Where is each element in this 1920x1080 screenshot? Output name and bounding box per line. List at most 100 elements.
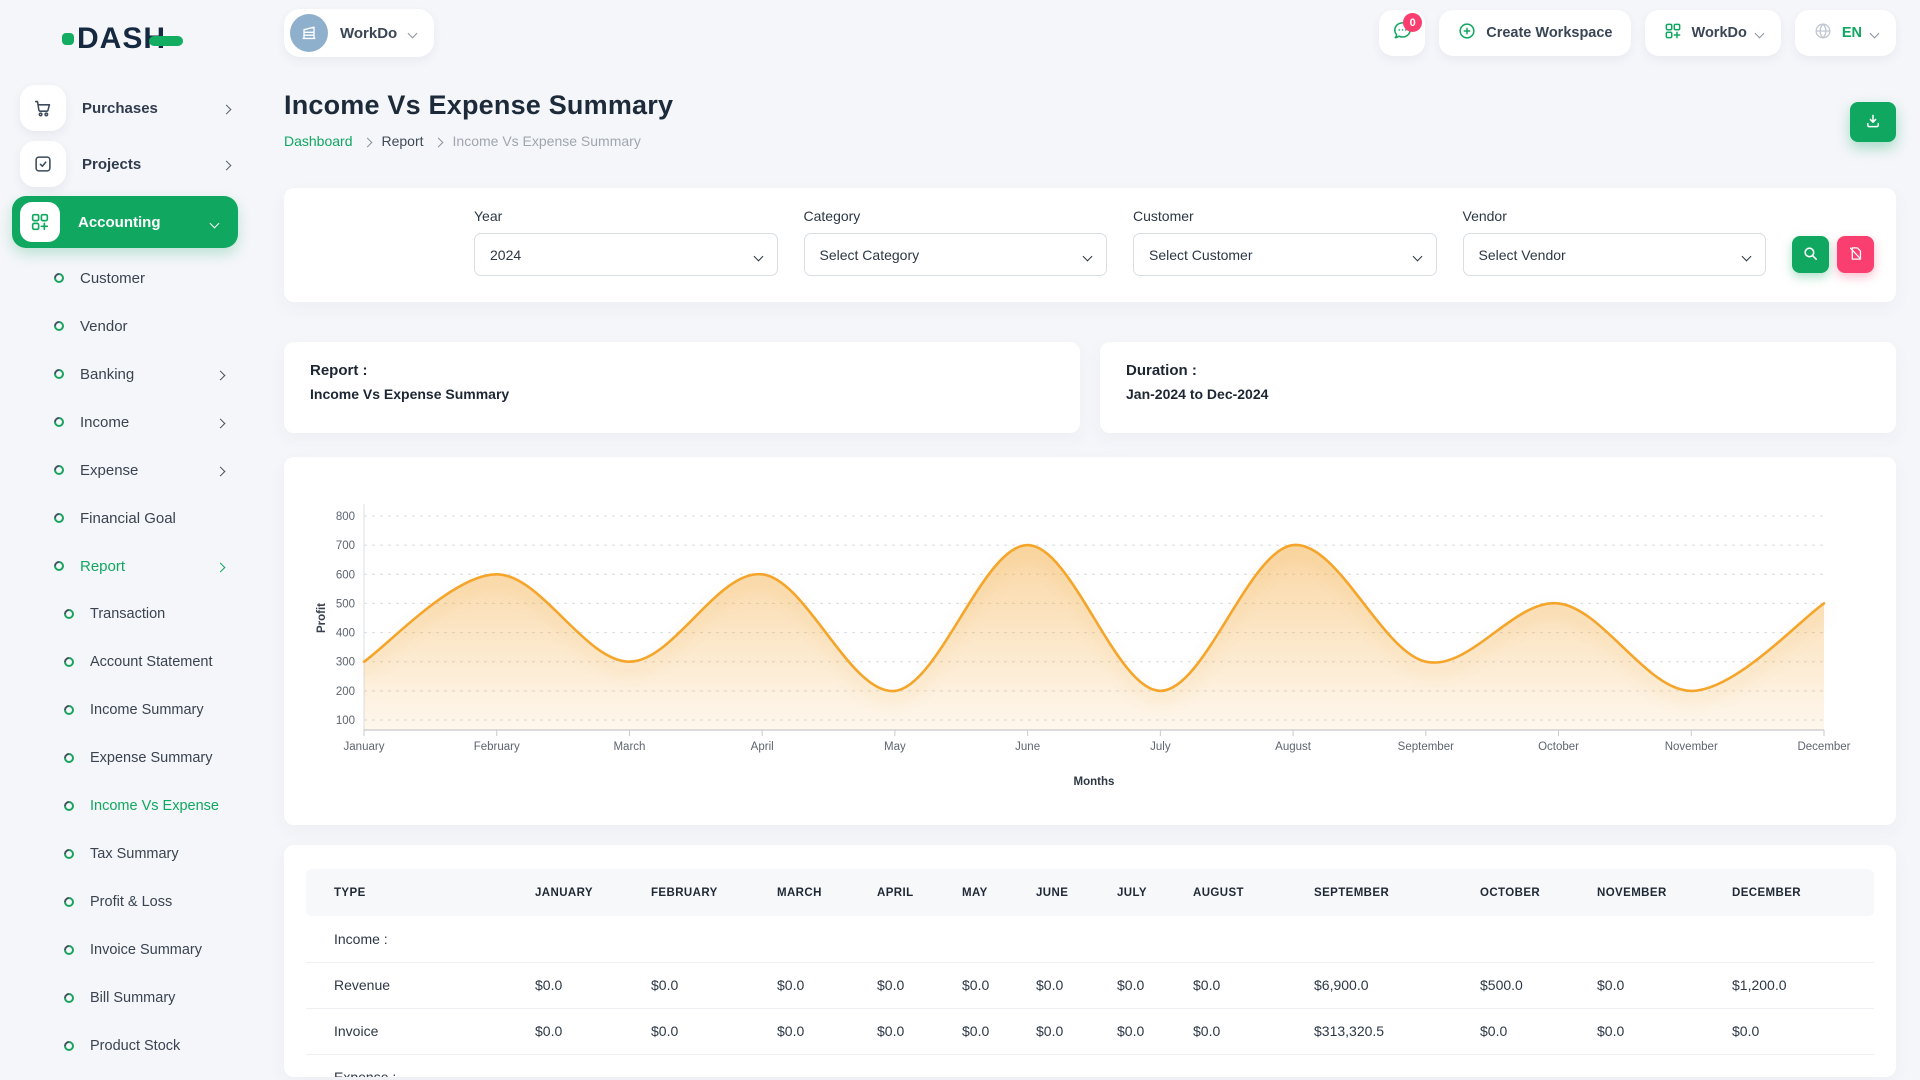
- vendor-select[interactable]: Select Vendor: [1463, 233, 1767, 276]
- sidebar-item-income[interactable]: Income: [0, 398, 250, 446]
- year-select[interactable]: 2024: [474, 233, 778, 276]
- search-button[interactable]: [1792, 236, 1829, 273]
- download-icon: [1864, 112, 1882, 133]
- create-workspace-label: Create Workspace: [1486, 25, 1612, 41]
- breadcrumb: Dashboard Report Income Vs Expense Summary: [284, 133, 673, 149]
- sidebar-item-account-statement[interactable]: Account Statement: [0, 638, 250, 686]
- sidebar-top-menu: PurchasesProjects: [0, 80, 250, 192]
- table-cell: $500.0: [1480, 962, 1597, 1008]
- workspace-menu-label: WorkDo: [1692, 25, 1747, 41]
- svg-text:March: March: [613, 741, 645, 753]
- table-cell: $6,900.0: [1314, 962, 1480, 1008]
- messages-button[interactable]: 0: [1379, 10, 1425, 56]
- workspace-menu-button[interactable]: WorkDo: [1645, 10, 1781, 56]
- grid-plus-icon: [20, 202, 60, 242]
- sidebar-item-expense[interactable]: Expense: [0, 446, 250, 494]
- table-cell: [651, 1054, 777, 1077]
- sidebar-item-banking[interactable]: Banking: [0, 350, 250, 398]
- app-logo[interactable]: DASH: [62, 22, 250, 56]
- sidebar-item-projects[interactable]: Projects: [0, 136, 250, 192]
- table-cell: [651, 916, 777, 962]
- table-cell: [1117, 1054, 1193, 1077]
- page-title: Income Vs Expense Summary: [284, 90, 673, 121]
- svg-text:500: 500: [336, 598, 355, 610]
- sidebar-item-purchases[interactable]: Purchases: [0, 80, 250, 136]
- table-cell: [1732, 916, 1874, 962]
- table-cell: $1,200.0: [1732, 962, 1874, 1008]
- table-section-row: Expense :: [306, 1054, 1874, 1077]
- sidebar-item-tax-summary[interactable]: Tax Summary: [0, 830, 250, 878]
- breadcrumb-item-income-vs-expense-summary: Income Vs Expense Summary: [453, 133, 641, 149]
- chevron-down-icon: [755, 247, 762, 263]
- report-card-title: Report :: [310, 362, 1054, 379]
- sidebar-item-financial-goal[interactable]: Financial Goal: [0, 494, 250, 542]
- sidebar-item-report[interactable]: Report: [0, 542, 250, 590]
- sidebar-item-cash-flow[interactable]: Cash Flow: [0, 1070, 250, 1080]
- messages-badge: 0: [1403, 13, 1422, 32]
- sidebar-item-expense-summary[interactable]: Expense Summary: [0, 734, 250, 782]
- bullet-icon: [52, 463, 66, 477]
- breadcrumb-item-dashboard[interactable]: Dashboard: [284, 133, 353, 149]
- selected-value: Select Customer: [1149, 247, 1252, 263]
- table-cell: $313,320.5: [1314, 1008, 1480, 1054]
- income-expense-table-card: TYPEJANUARYFEBRUARYMARCHAPRILMAYJUNEJULY…: [284, 845, 1896, 1077]
- chevron-down-icon: [409, 24, 416, 42]
- duration-card-title: Duration :: [1126, 362, 1870, 379]
- table-cell: $0.0: [1732, 1008, 1874, 1054]
- create-workspace-button[interactable]: Create Workspace: [1439, 10, 1630, 56]
- bullet-icon: [52, 511, 66, 525]
- reset-filter-button[interactable]: [1837, 236, 1874, 273]
- table-cell: [777, 916, 877, 962]
- chevron-right-icon: [217, 462, 224, 479]
- bullet-icon: [62, 943, 76, 957]
- download-button[interactable]: [1850, 102, 1896, 142]
- bullet-icon: [52, 271, 66, 285]
- breadcrumb-item-report[interactable]: Report: [382, 133, 424, 149]
- svg-text:300: 300: [336, 657, 355, 669]
- chevron-right-icon: [223, 156, 230, 173]
- sidebar-item-invoice-summary[interactable]: Invoice Summary: [0, 926, 250, 974]
- sidebar-item-income-vs-expense[interactable]: Income Vs Expense: [0, 782, 250, 830]
- table-cell: [1597, 1054, 1732, 1077]
- table-cell: $0.0: [1036, 1008, 1117, 1054]
- chevron-right-icon: [364, 133, 371, 149]
- sidebar-item-label: Invoice Summary: [90, 942, 202, 958]
- column-header-september: SEPTEMBER: [1314, 869, 1480, 916]
- sidebar-item-vendor[interactable]: Vendor: [0, 302, 250, 350]
- sidebar-item-income-summary[interactable]: Income Summary: [0, 686, 250, 734]
- filter-label: Year: [474, 208, 778, 224]
- table-cell: [535, 1054, 651, 1077]
- table-cell: $0.0: [777, 1008, 877, 1054]
- bullet-icon: [62, 703, 76, 717]
- sidebar-item-profit-loss[interactable]: Profit & Loss: [0, 878, 250, 926]
- sidebar-item-product-stock[interactable]: Product Stock: [0, 1022, 250, 1070]
- table-cell: [1597, 916, 1732, 962]
- customer-select[interactable]: Select Customer: [1133, 233, 1437, 276]
- sidebar-item-label: Vendor: [80, 318, 128, 335]
- search-icon: [1802, 245, 1819, 265]
- sidebar-item-label: Profit & Loss: [90, 894, 172, 910]
- column-header-july: JULY: [1117, 869, 1193, 916]
- sidebar-item-customer[interactable]: Customer: [0, 254, 250, 302]
- row-label: Invoice: [306, 1008, 535, 1054]
- bullet-icon: [62, 847, 76, 861]
- language-menu-button[interactable]: EN: [1795, 10, 1896, 56]
- table-cell: $0.0: [1597, 962, 1732, 1008]
- chevron-down-icon: [1756, 25, 1763, 41]
- chevron-right-icon: [435, 133, 442, 149]
- table-cell: $0.0: [1597, 1008, 1732, 1054]
- table-row: Revenue$0.0$0.0$0.0$0.0$0.0$0.0$0.0$0.0$…: [306, 962, 1874, 1008]
- sidebar-item-transaction[interactable]: Transaction: [0, 590, 250, 638]
- workspace-switcher[interactable]: WorkDo: [284, 9, 434, 57]
- sidebar-item-label: Tax Summary: [90, 846, 179, 862]
- table-cell: $0.0: [651, 1008, 777, 1054]
- sidebar-item-accounting[interactable]: Accounting: [12, 196, 238, 248]
- table-cell: $0.0: [1193, 962, 1314, 1008]
- income-expense-table: TYPEJANUARYFEBRUARYMARCHAPRILMAYJUNEJULY…: [306, 869, 1874, 1077]
- table-cell: $0.0: [1193, 1008, 1314, 1054]
- table-row: Invoice$0.0$0.0$0.0$0.0$0.0$0.0$0.0$0.0$…: [306, 1008, 1874, 1054]
- category-select[interactable]: Select Category: [804, 233, 1108, 276]
- table-cell: [1480, 1054, 1597, 1077]
- sidebar-item-bill-summary[interactable]: Bill Summary: [0, 974, 250, 1022]
- sidebar-item-label: Accounting: [78, 214, 161, 231]
